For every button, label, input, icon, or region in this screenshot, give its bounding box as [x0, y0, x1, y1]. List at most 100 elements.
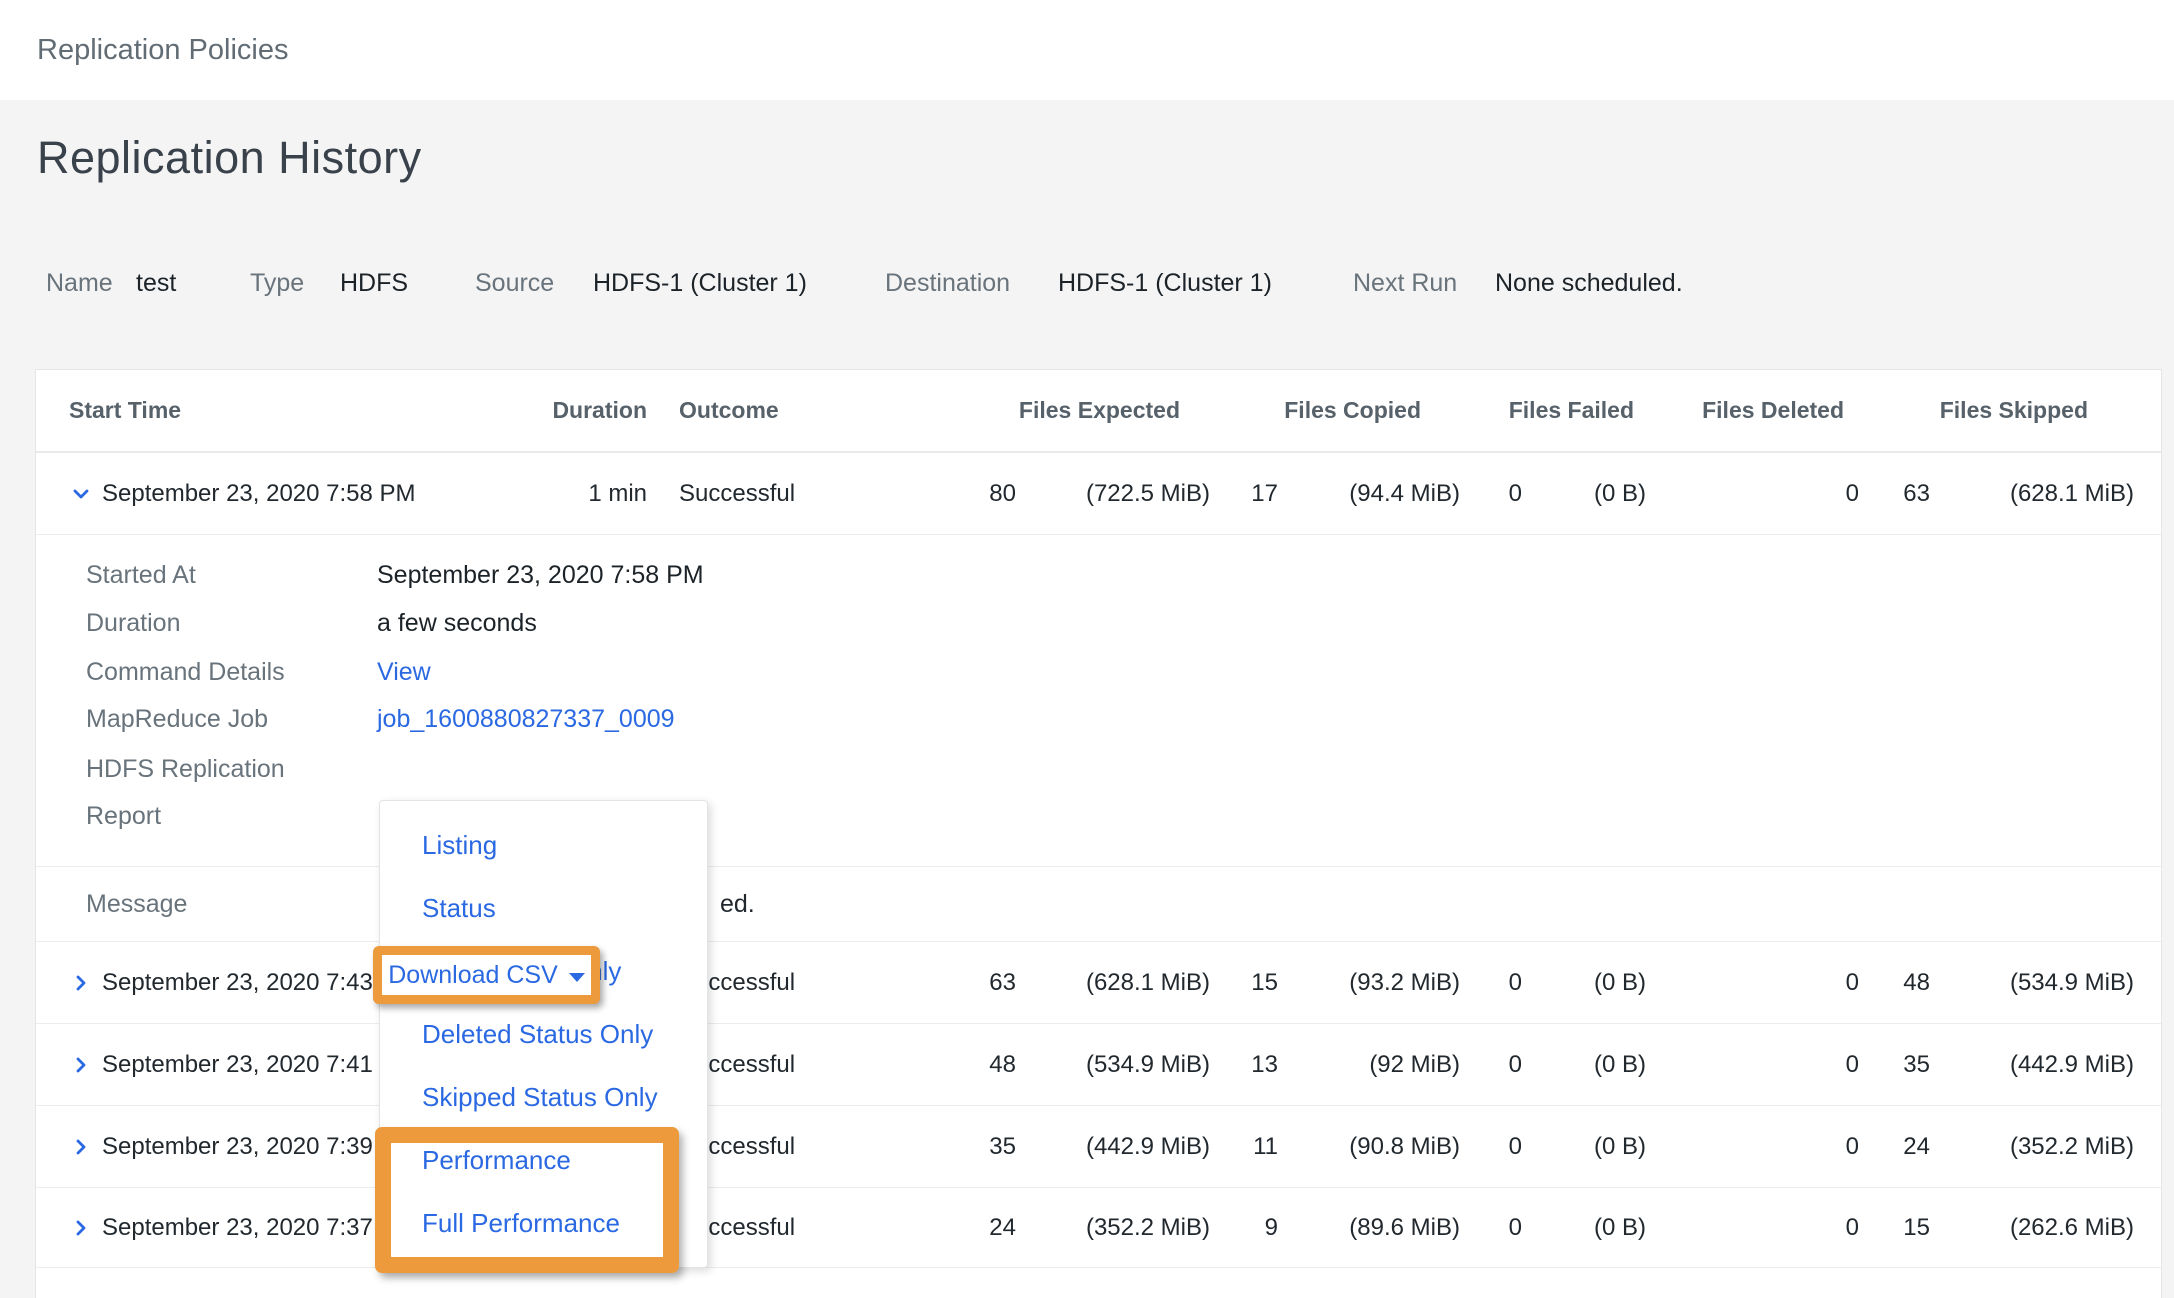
row-files-skipped-size: (352.2 MiB): [1930, 1133, 2134, 1161]
download-csv-dropdown-menu: Listing Status Error Status Only Deleted…: [379, 800, 708, 1268]
col-header-files-copied: Files Copied: [1210, 397, 1460, 424]
menu-item-deleted-status-only[interactable]: Deleted Status Only: [380, 1003, 707, 1066]
row-files-skipped-count: 48: [1859, 969, 1930, 997]
command-details-label: Command Details: [86, 658, 285, 687]
col-header-files-expected: Files Expected: [841, 397, 1210, 424]
table-row[interactable]: September 23, 2020 7:43 PM 1 min Success…: [36, 942, 2161, 1024]
table-row[interactable]: September 23, 2020 7:41 PM 1 min Success…: [36, 1024, 2161, 1106]
col-header-files-deleted: Files Deleted: [1646, 397, 1859, 424]
row-files-failed-count: 0: [1460, 1051, 1522, 1079]
chevron-right-icon[interactable]: [69, 1216, 93, 1240]
row-files-failed-size: (0 B): [1522, 1133, 1646, 1161]
meta-name-label: Name: [46, 269, 113, 298]
row-files-expected-size: (628.1 MiB): [1016, 969, 1210, 997]
table-row[interactable]: September 23, 2020 7:39 PM 1 min Success…: [36, 1106, 2161, 1188]
chevron-right-icon[interactable]: [69, 1135, 93, 1159]
row-files-deleted-count: 0: [1646, 1051, 1859, 1079]
row-files-expected-count: 80: [841, 480, 1016, 508]
col-header-files-skipped: Files Skipped: [1859, 397, 2134, 424]
row-files-skipped-size: (534.9 MiB): [1930, 969, 2134, 997]
col-header-start-time: Start Time: [36, 397, 516, 424]
row-files-copied-size: (94.4 MiB): [1278, 480, 1460, 508]
highlight-box-download-csv: Download CSV: [373, 946, 600, 1004]
row-files-failed-size: (0 B): [1522, 969, 1646, 997]
row-files-failed-count: 0: [1460, 480, 1522, 508]
row-start-time: September 23, 2020 7:37 PM: [102, 1214, 416, 1242]
menu-item-full-performance[interactable]: Full Performance: [380, 1192, 707, 1255]
row-duration: 1 min: [516, 480, 647, 508]
meta-destination-label: Destination: [885, 269, 1010, 298]
row-start-time: September 23, 2020 7:43 PM: [102, 969, 416, 997]
breadcrumb[interactable]: Replication Policies: [37, 34, 288, 67]
row-files-copied-count: 9: [1210, 1214, 1278, 1242]
row-files-failed-size: (0 B): [1522, 1214, 1646, 1242]
row-files-failed-count: 0: [1460, 1214, 1522, 1242]
row-files-deleted-count: 0: [1646, 1133, 1859, 1161]
expanded-row-details: Started At September 23, 2020 7:58 PM Du…: [36, 535, 2161, 866]
col-header-duration: Duration: [516, 397, 647, 424]
row-files-copied-count: 13: [1210, 1051, 1278, 1079]
row-files-expected-size: (722.5 MiB): [1016, 480, 1210, 508]
message-row: Message ed.: [36, 866, 2161, 942]
command-details-view-link[interactable]: View: [377, 658, 431, 687]
meta-source-label: Source: [475, 269, 554, 298]
row-files-deleted-count: 0: [1646, 969, 1859, 997]
row-files-skipped-count: 35: [1859, 1051, 1930, 1079]
started-at-label: Started At: [86, 561, 196, 590]
download-csv-button[interactable]: Download CSV: [388, 961, 585, 990]
row-files-failed-count: 0: [1460, 1133, 1522, 1161]
row-start-time: September 23, 2020 7:41 PM: [102, 1051, 416, 1079]
row-files-failed-size: (0 B): [1522, 1051, 1646, 1079]
row-files-skipped-size: (628.1 MiB): [1930, 480, 2134, 508]
row-files-expected-size: (534.9 MiB): [1016, 1051, 1210, 1079]
hdfs-replication-report-label-line2: Report: [86, 802, 161, 831]
chevron-right-icon[interactable]: [69, 1053, 93, 1077]
row-files-copied-size: (89.6 MiB): [1278, 1214, 1460, 1242]
meta-nextrun-value: None scheduled.: [1495, 269, 1683, 298]
caret-down-icon: [569, 973, 585, 982]
row-files-copied-count: 15: [1210, 969, 1278, 997]
meta-type-value: HDFS: [340, 269, 408, 298]
row-files-expected-count: 24: [841, 1214, 1016, 1242]
table-row[interactable]: September 23, 2020 7:58 PM 1 min Success…: [36, 453, 2161, 535]
row-files-failed-count: 0: [1460, 969, 1522, 997]
detail-duration-value: a few seconds: [377, 609, 537, 638]
row-files-failed-size: (0 B): [1522, 480, 1646, 508]
hdfs-replication-report-label-line1: HDFS Replication: [86, 755, 285, 784]
mapreduce-job-link[interactable]: job_1600880827337_0009: [377, 705, 675, 734]
row-files-copied-size: (90.8 MiB): [1278, 1133, 1460, 1161]
row-files-deleted-count: 0: [1646, 1214, 1859, 1242]
col-header-outcome: Outcome: [647, 397, 841, 424]
row-files-copied-size: (93.2 MiB): [1278, 969, 1460, 997]
row-files-expected-count: 63: [841, 969, 1016, 997]
row-files-copied-count: 17: [1210, 480, 1278, 508]
col-header-files-failed: Files Failed: [1460, 397, 1646, 424]
table-header-row: Start Time Duration Outcome Files Expect…: [36, 370, 2161, 453]
menu-item-skipped-status-only[interactable]: Skipped Status Only: [380, 1066, 707, 1129]
row-files-skipped-count: 24: [1859, 1133, 1930, 1161]
menu-item-listing[interactable]: Listing: [380, 814, 707, 877]
row-files-expected-size: (442.9 MiB): [1016, 1133, 1210, 1161]
table-row[interactable]: September 23, 2020 7:37 PM 1 min Success…: [36, 1188, 2161, 1268]
meta-source-value: HDFS-1 (Cluster 1): [593, 269, 807, 298]
row-files-deleted-count: 0: [1646, 480, 1859, 508]
table-row[interactable]: September 23, 2020 7:36 PM 1 min Success…: [36, 1268, 2161, 1298]
started-at-value: September 23, 2020 7:58 PM: [377, 561, 704, 590]
row-files-skipped-count: 15: [1859, 1214, 1930, 1242]
row-files-copied-size: (92 MiB): [1278, 1051, 1460, 1079]
message-label: Message: [86, 867, 187, 941]
meta-destination-value: HDFS-1 (Cluster 1): [1058, 269, 1272, 298]
row-files-skipped-size: (442.9 MiB): [1930, 1051, 2134, 1079]
row-start-time: September 23, 2020 7:58 PM: [102, 480, 416, 508]
mapreduce-job-label: MapReduce Job: [86, 705, 268, 734]
menu-item-performance[interactable]: Performance: [380, 1129, 707, 1192]
menu-item-status[interactable]: Status: [380, 877, 707, 940]
chevron-right-icon[interactable]: [69, 971, 93, 995]
row-files-skipped-count: 63: [1859, 480, 1930, 508]
meta-nextrun-label: Next Run: [1353, 269, 1457, 298]
row-start-time: September 23, 2020 7:39 PM: [102, 1133, 416, 1161]
replication-history-table: Start Time Duration Outcome Files Expect…: [35, 369, 2162, 1298]
row-outcome: Successful: [647, 480, 841, 508]
chevron-down-icon[interactable]: [69, 482, 93, 506]
row-files-skipped-size: (262.6 MiB): [1930, 1214, 2134, 1242]
